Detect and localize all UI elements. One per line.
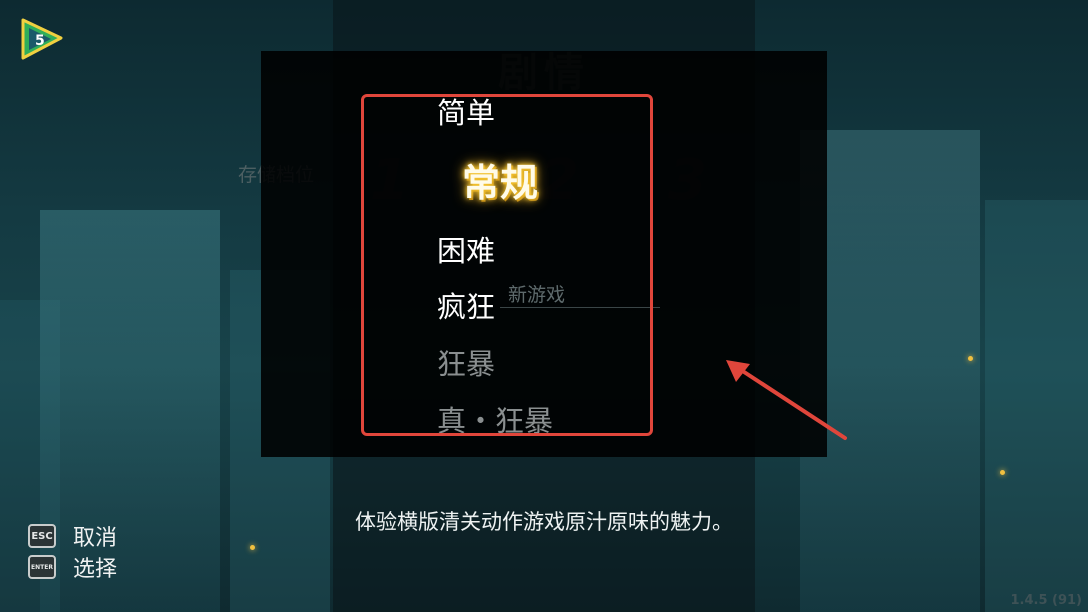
esc-key-icon: ESC: [28, 524, 56, 548]
light-dot: [968, 356, 973, 361]
select-hint[interactable]: ENTER 选择: [28, 551, 117, 583]
building: [985, 200, 1088, 612]
select-label: 选择: [73, 557, 118, 582]
highlight-frame: [361, 94, 653, 436]
difficulty-description: 体验横版清关动作游戏原汁原味的魅力。: [355, 510, 733, 534]
light-dot: [1000, 470, 1005, 475]
cancel-hint[interactable]: ESC 取消: [28, 520, 117, 552]
game-logo[interactable]: 5: [19, 18, 63, 66]
logo-text: 5: [35, 33, 45, 49]
arrow-icon: [726, 360, 847, 440]
version-label: 1.4.5 (91): [1010, 593, 1082, 608]
cancel-label: 取消: [73, 526, 118, 551]
enter-key-icon: ENTER: [28, 555, 56, 579]
logo-badge-icon: 5: [21, 18, 63, 60]
light-dot: [250, 545, 255, 550]
